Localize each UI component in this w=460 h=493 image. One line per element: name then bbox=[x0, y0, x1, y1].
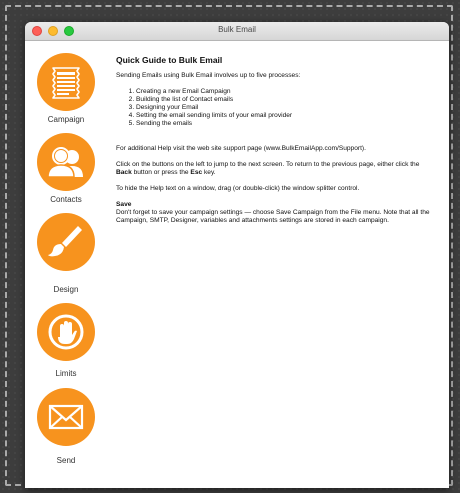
limits-label: Limits bbox=[55, 369, 77, 378]
step-item: Designing your Email bbox=[136, 104, 436, 112]
campaign-button[interactable]: Campaign bbox=[25, 53, 107, 124]
save-section: Save Don't forget to save your campaign … bbox=[116, 201, 436, 225]
design-label: Design bbox=[53, 285, 79, 294]
send-label: Send bbox=[56, 456, 76, 465]
envelope-icon bbox=[48, 404, 84, 430]
contacts-icon bbox=[47, 147, 83, 178]
guide-intro: Sending Emails using Bulk Email involves… bbox=[116, 72, 301, 79]
contacts-label: Contacts bbox=[50, 195, 82, 204]
hand-icon bbox=[48, 314, 84, 350]
back-key-label: Back bbox=[116, 169, 132, 176]
support-text: For additional Help visit the web site s… bbox=[116, 145, 366, 152]
title-bar[interactable]: Bulk Email bbox=[25, 22, 449, 41]
help-panel: Quick Guide to Bulk Email Sending Emails… bbox=[116, 56, 436, 233]
contacts-button[interactable]: Contacts bbox=[25, 133, 107, 204]
window-title: Bulk Email bbox=[218, 25, 256, 34]
limits-button[interactable]: Limits bbox=[25, 303, 107, 378]
step-item: Setting the email sending limits of your… bbox=[136, 112, 436, 120]
campaign-label: Campaign bbox=[47, 115, 85, 124]
guide-heading: Quick Guide to Bulk Email bbox=[116, 55, 223, 65]
navigation-help: Click on the buttons on the left to jump… bbox=[116, 161, 436, 177]
save-text: Don't forget to save your campaign setti… bbox=[116, 209, 430, 224]
step-item: Building the list of Contact emails bbox=[136, 96, 436, 104]
step-item: Creating a new Email Campaign bbox=[136, 88, 436, 96]
app-window: Bulk Email Campaign Contacts Design Limi… bbox=[25, 22, 449, 488]
design-button[interactable]: Design bbox=[25, 213, 107, 294]
navigation-help-suffix: key. bbox=[202, 169, 216, 176]
navigation-help-prefix: Click on the buttons on the left to jump… bbox=[116, 161, 420, 168]
brush-icon bbox=[48, 226, 82, 257]
step-item: Sending the emails bbox=[136, 120, 436, 128]
send-button[interactable]: Send bbox=[25, 388, 107, 465]
save-heading: Save bbox=[116, 201, 132, 208]
esc-key-label: Esc bbox=[190, 169, 203, 176]
navigation-help-middle: button or press the bbox=[131, 169, 191, 176]
steps-list: Creating a new Email Campaign Building t… bbox=[116, 88, 436, 128]
hide-help-text: To hide the Help text on a window, drag … bbox=[116, 185, 360, 192]
campaign-icon bbox=[52, 67, 80, 99]
